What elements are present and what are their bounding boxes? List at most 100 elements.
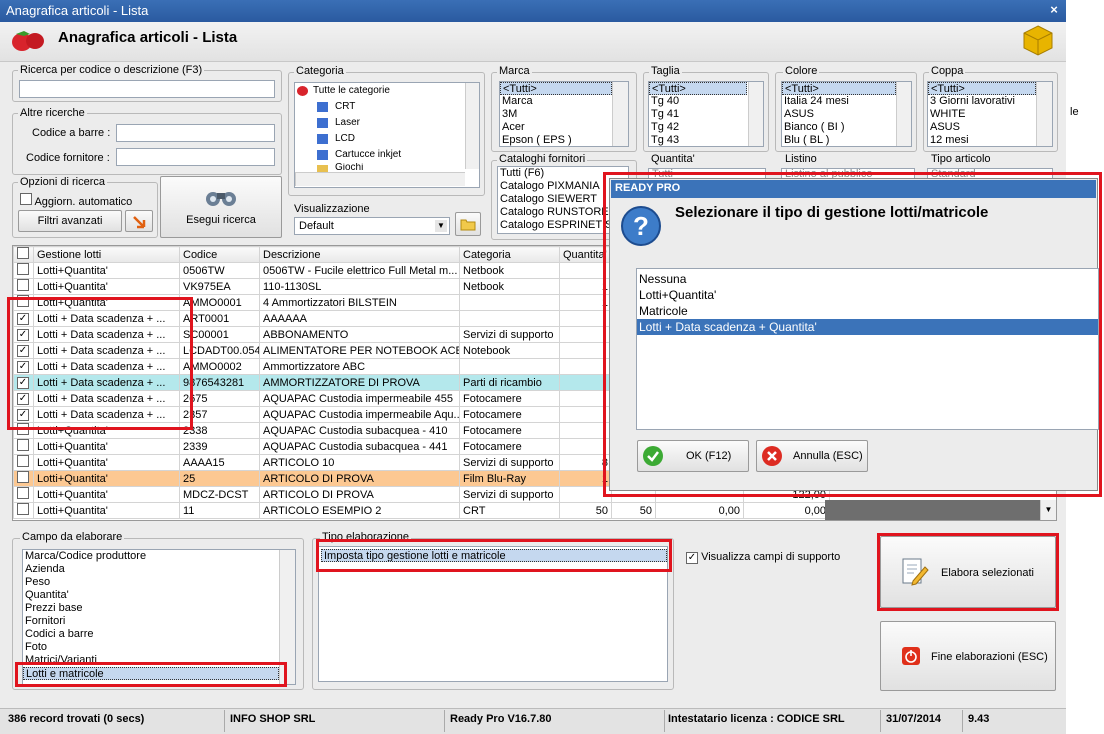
row-checkbox[interactable] [13, 470, 34, 487]
visualizzazione-value: Default [299, 220, 334, 232]
checkbox[interactable] [17, 263, 29, 275]
cell-descrizione: ARTICOLO DI PROVA [259, 470, 460, 487]
filter-arrow-button[interactable] [125, 210, 153, 232]
supplier-code-input[interactable] [116, 148, 275, 166]
coppa-listbox[interactable]: <Tutti> 3 Giorni lavorativi WHITE ASUS 1… [927, 81, 1053, 147]
marca-listbox[interactable]: <Tutti> Marca 3M Acer Epson ( EPS ) [499, 81, 629, 147]
list-item[interactable]: Bianco ( BI ) [782, 121, 911, 134]
col-categoria[interactable]: Categoria [459, 246, 560, 263]
listino-label: Listino [783, 153, 819, 165]
row-checkbox[interactable] [13, 438, 34, 455]
list-item[interactable]: Blu ( BL ) [782, 134, 911, 146]
list-item[interactable]: Fornitori [23, 615, 295, 628]
list-item[interactable]: Acer [500, 121, 628, 134]
list-item[interactable]: Quantita' [23, 589, 295, 602]
auto-update-checkbox[interactable]: Aggiorn. automatico [20, 193, 132, 208]
list-item[interactable]: Epson ( EPS ) [500, 134, 628, 146]
show-support-fields-checkbox[interactable]: ✓ Visualizza campi di supporto [686, 551, 840, 564]
list-item[interactable]: Prezzi base [23, 602, 295, 615]
list-item[interactable]: ASUS [782, 108, 911, 121]
list-item[interactable]: ASUS [928, 121, 1052, 134]
list-item[interactable]: Italia 24 mesi [782, 95, 911, 108]
search-options-label: Opzioni di ricerca [18, 176, 107, 188]
marca-scrollbar[interactable] [612, 82, 628, 146]
list-item[interactable]: Tg 42 [649, 121, 763, 134]
list-item[interactable]: <Tutti> [649, 82, 747, 95]
list-item[interactable]: Codici a barre [23, 628, 295, 641]
colore-listbox[interactable]: <Tutti> Italia 24 mesi ASUS Bianco ( BI … [781, 81, 912, 147]
categoria-scrollbar[interactable] [465, 83, 479, 169]
search-input[interactable] [19, 80, 275, 98]
taglia-listbox[interactable]: <Tutti> Tg 40 Tg 41 Tg 42 Tg 43 [648, 81, 764, 147]
checkbox[interactable] [17, 455, 29, 467]
list-item[interactable]: Marca/Codice produttore [23, 550, 295, 563]
col-codice[interactable]: Codice [179, 246, 260, 263]
checkbox[interactable] [17, 279, 29, 291]
tree-item-root[interactable]: Tutte le categorie [295, 83, 479, 99]
categoria-hscrollbar[interactable] [295, 172, 465, 186]
cell-categoria [459, 310, 560, 327]
tree-item-inkjet[interactable]: Cartucce inkjet [295, 147, 479, 163]
list-item[interactable]: Marca [500, 95, 628, 108]
coppa-scrollbar[interactable] [1036, 82, 1052, 146]
taglia-scrollbar[interactable] [748, 82, 763, 146]
option-nessuna[interactable]: Nessuna [637, 271, 1098, 287]
cancel-icon [762, 446, 782, 466]
cube-icon[interactable] [1022, 24, 1054, 56]
option-lotti-quantita[interactable]: Lotti+Quantita' [637, 287, 1098, 303]
list-item[interactable]: Tg 43 [649, 134, 763, 146]
status-time: 9.43 [968, 713, 990, 725]
list-item[interactable]: WHITE [928, 108, 1052, 121]
lot-type-listbox[interactable]: Nessuna Lotti+Quantita' Matricole Lotti … [636, 268, 1099, 430]
close-icon[interactable]: × [1046, 2, 1062, 18]
list-item[interactable]: 12 mesi [928, 134, 1052, 146]
auto-update-label: Aggiorn. automatico [34, 196, 133, 208]
col-gestione-lotti[interactable]: Gestione lotti [33, 246, 180, 263]
list-item[interactable]: 3 Giorni lavorativi [928, 95, 1052, 108]
list-item[interactable]: Azienda [23, 563, 295, 576]
row-checkbox[interactable] [13, 278, 34, 295]
advanced-filters-button[interactable]: Filtri avanzati [18, 210, 122, 232]
folder-button[interactable] [455, 212, 481, 236]
checkbox[interactable] [17, 503, 29, 515]
row-checkbox[interactable] [13, 502, 34, 519]
option-lotti-data-scadenza[interactable]: Lotti + Data scadenza + Quantita' [637, 319, 1098, 335]
tree-item-crt[interactable]: CRT [295, 99, 479, 115]
taglia-label: Taglia [649, 65, 682, 77]
cancel-button[interactable]: Annulla (ESC) [756, 440, 868, 472]
colore-label: Colore [783, 65, 820, 77]
option-matricole[interactable]: Matricole [637, 303, 1098, 319]
cell-quantita: 50 [559, 502, 612, 519]
list-item[interactable]: <Tutti> [928, 82, 1036, 95]
visualizzazione-label: Visualizzazione [294, 203, 370, 215]
checkbox[interactable] [17, 471, 29, 483]
list-item[interactable]: Peso [23, 576, 295, 589]
tree-item-lcd[interactable]: LCD [295, 131, 479, 147]
list-item[interactable]: Foto [23, 641, 295, 654]
visualizzazione-select[interactable]: Default ▼ [294, 217, 450, 235]
coppa-label: Coppa [929, 65, 966, 77]
status-separator [444, 710, 445, 732]
ok-button[interactable]: OK (F12) [637, 440, 749, 472]
checkbox[interactable] [17, 487, 29, 499]
search-button[interactable]: Esegui ricerca [160, 176, 282, 238]
list-item[interactable]: Tg 40 [649, 95, 763, 108]
list-item[interactable]: 3M [500, 108, 628, 121]
grid-scrollbar[interactable]: ▼ [1040, 500, 1056, 520]
list-item[interactable]: Tg 41 [649, 108, 763, 121]
cell-categoria: Notebook [459, 342, 560, 359]
row-checkbox[interactable] [13, 486, 34, 503]
barcode-input[interactable] [116, 124, 275, 142]
highlight-campo-item [15, 662, 287, 687]
checkbox[interactable] [17, 439, 29, 451]
list-item[interactable]: <Tutti> [500, 82, 612, 95]
tree-item-laser[interactable]: Laser [295, 115, 479, 131]
fine-elaborazioni-button[interactable]: Fine elaborazioni (ESC) [880, 621, 1056, 691]
row-checkbox[interactable] [13, 262, 34, 279]
colore-scrollbar[interactable] [896, 82, 911, 146]
page-title: Anagrafica articoli - Lista [58, 29, 238, 46]
select-all-checkbox[interactable] [13, 246, 34, 263]
list-item[interactable]: <Tutti> [782, 82, 896, 95]
row-checkbox[interactable] [13, 454, 34, 471]
col-descrizione[interactable]: Descrizione [259, 246, 460, 263]
